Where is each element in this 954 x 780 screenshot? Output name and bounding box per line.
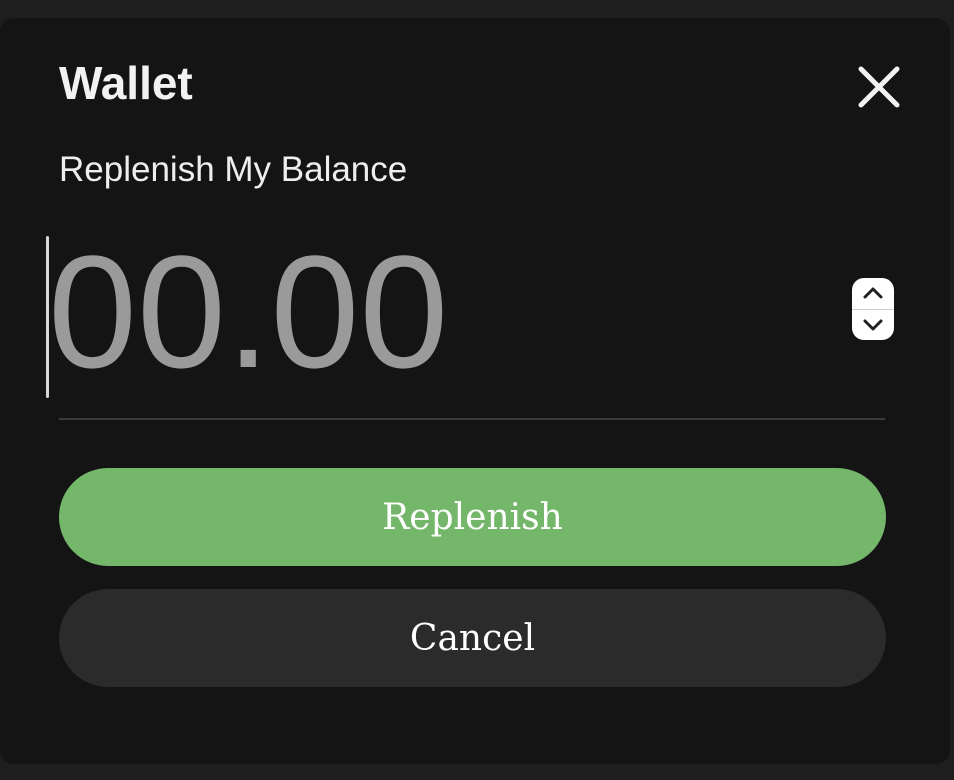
divider [59, 418, 885, 420]
amount-stepper[interactable] [852, 278, 894, 340]
amount-input[interactable] [46, 218, 828, 406]
chevron-down-icon [863, 319, 883, 331]
cancel-button[interactable]: Cancel [59, 589, 886, 687]
text-caret [46, 236, 49, 398]
dialog-subtitle: Replenish My Balance [59, 150, 408, 189]
chevron-up-icon [863, 287, 883, 299]
close-button[interactable] [856, 64, 902, 110]
dialog-title: Wallet [59, 57, 193, 109]
stepper-up-button[interactable] [852, 278, 894, 310]
close-icon [858, 66, 900, 108]
amount-field [46, 218, 896, 406]
replenish-button[interactable]: Replenish [59, 468, 886, 566]
wallet-dialog: Wallet Replenish My Balance Replenish Ca… [0, 18, 950, 764]
stepper-down-button[interactable] [852, 310, 894, 341]
